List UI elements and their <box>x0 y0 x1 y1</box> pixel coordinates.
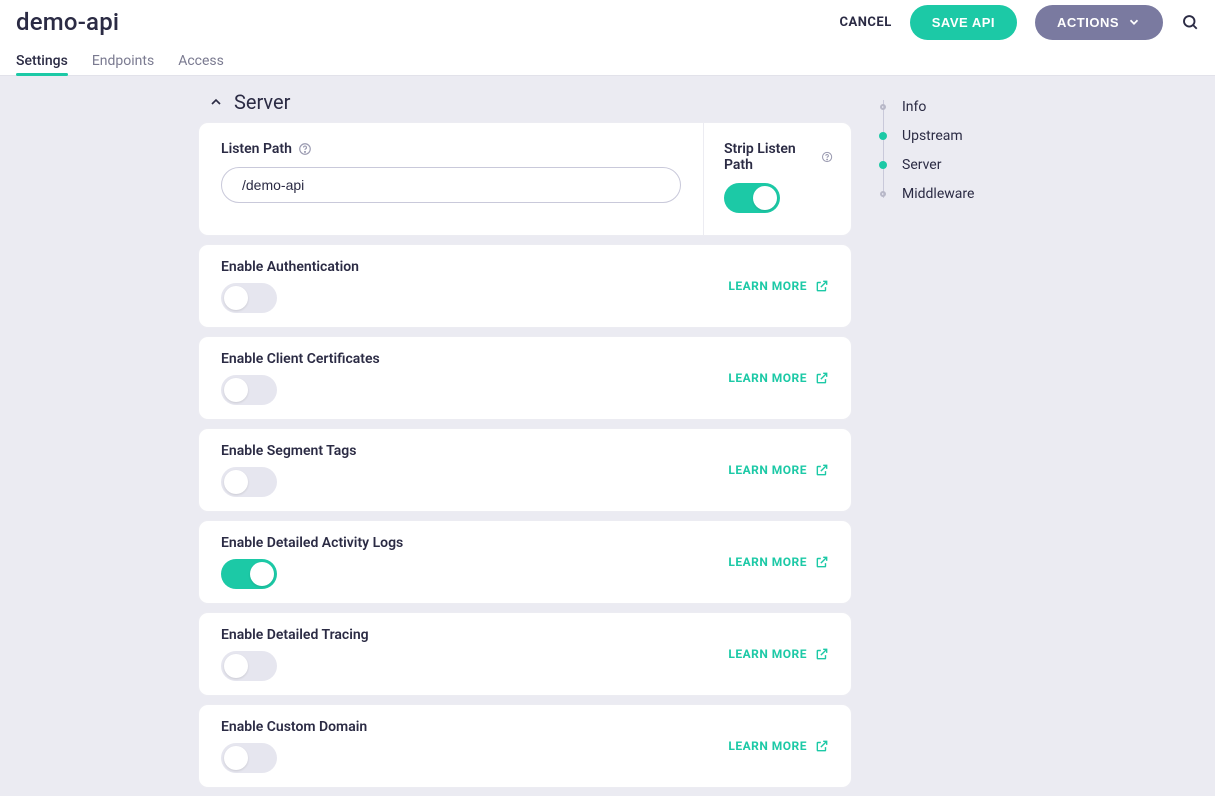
learn-more-link[interactable]: LEARN MORE <box>728 371 829 385</box>
learn-more-label: LEARN MORE <box>728 647 807 661</box>
learn-more-label: LEARN MORE <box>728 463 807 477</box>
content: Server Listen Path Strip Listen Path <box>198 90 852 796</box>
setting-row: Enable Custom Domain LEARN MORE <box>198 704 852 788</box>
strip-listen-path-label: Strip Listen Path <box>724 141 815 173</box>
main: Server Listen Path Strip Listen Path <box>0 76 1215 796</box>
header: demo-api CANCEL SAVE API ACTIONS <box>0 0 1215 44</box>
side-nav-label: Middleware <box>902 186 974 202</box>
external-link-icon <box>815 555 829 569</box>
side-nav-item[interactable]: Middleware <box>876 179 1016 208</box>
setting-row: Enable Client Certificates LEARN MORE <box>198 336 852 420</box>
side-nav-label: Server <box>902 157 941 173</box>
chevron-down-icon <box>1127 15 1141 29</box>
learn-more-label: LEARN MORE <box>728 555 807 569</box>
setting-row: Enable Segment Tags LEARN MORE <box>198 428 852 512</box>
setting-row-title: Enable Detailed Tracing <box>221 627 369 643</box>
cancel-button[interactable]: CANCEL <box>839 15 891 30</box>
strip-listen-path-toggle[interactable] <box>724 183 780 213</box>
side-nav-dot <box>879 161 887 169</box>
server-path-card: Listen Path Strip Listen Path <box>198 122 852 236</box>
listen-path-input[interactable] <box>221 167 681 203</box>
external-link-icon <box>815 739 829 753</box>
external-link-icon <box>815 279 829 293</box>
setting-row-title: Enable Detailed Activity Logs <box>221 535 403 551</box>
section-header: Server <box>198 90 852 122</box>
section-title: Server <box>234 90 290 114</box>
learn-more-link[interactable]: LEARN MORE <box>728 463 829 477</box>
setting-row-title: Enable Authentication <box>221 259 359 275</box>
side-nav-dot <box>879 132 887 140</box>
setting-row: Enable Authentication LEARN MORE <box>198 244 852 328</box>
setting-row-title: Enable Client Certificates <box>221 351 380 367</box>
save-api-button[interactable]: SAVE API <box>910 5 1017 40</box>
tab-endpoints[interactable]: Endpoints <box>92 53 154 75</box>
side-nav-item[interactable]: Upstream <box>876 121 1016 150</box>
help-icon[interactable] <box>298 142 312 156</box>
learn-more-link[interactable]: LEARN MORE <box>728 555 829 569</box>
setting-row-title: Enable Custom Domain <box>221 719 367 735</box>
actions-label: ACTIONS <box>1057 15 1119 30</box>
chevron-up-icon[interactable] <box>208 94 224 110</box>
learn-more-link[interactable]: LEARN MORE <box>728 279 829 293</box>
actions-button[interactable]: ACTIONS <box>1035 5 1163 40</box>
side-nav-label: Upstream <box>902 128 963 144</box>
save-api-label: SAVE API <box>932 15 995 30</box>
strip-listen-path-label-row: Strip Listen Path <box>724 141 833 173</box>
setting-row: Enable Detailed Activity Logs LEARN MORE <box>198 520 852 604</box>
setting-toggle[interactable] <box>221 651 277 681</box>
page-title: demo-api <box>16 8 119 36</box>
tabs-bar: Settings Endpoints Access <box>0 44 1215 76</box>
settings-rows: Enable Authentication LEARN MORE Enable … <box>198 244 852 788</box>
external-link-icon <box>815 371 829 385</box>
side-nav-label: Info <box>902 99 926 115</box>
learn-more-label: LEARN MORE <box>728 279 807 293</box>
setting-toggle[interactable] <box>221 375 277 405</box>
learn-more-label: LEARN MORE <box>728 739 807 753</box>
listen-path-label-row: Listen Path <box>221 141 681 157</box>
setting-row: Enable Detailed Tracing LEARN MORE <box>198 612 852 696</box>
learn-more-link[interactable]: LEARN MORE <box>728 739 829 753</box>
external-link-icon <box>815 463 829 477</box>
side-nav-item[interactable]: Info <box>876 92 1016 121</box>
side-nav-dot <box>880 191 886 197</box>
setting-toggle[interactable] <box>221 559 277 589</box>
tab-settings[interactable]: Settings <box>16 53 68 75</box>
setting-toggle[interactable] <box>221 283 277 313</box>
external-link-icon <box>815 647 829 661</box>
setting-row-title: Enable Segment Tags <box>221 443 356 459</box>
setting-toggle[interactable] <box>221 467 277 497</box>
side-nav-item[interactable]: Server <box>876 150 1016 179</box>
learn-more-label: LEARN MORE <box>728 371 807 385</box>
help-icon[interactable] <box>821 150 833 164</box>
listen-path-label: Listen Path <box>221 141 292 157</box>
search-icon[interactable] <box>1181 13 1199 31</box>
tab-access[interactable]: Access <box>178 53 224 75</box>
side-nav-dot <box>880 104 886 110</box>
learn-more-link[interactable]: LEARN MORE <box>728 647 829 661</box>
setting-toggle[interactable] <box>221 743 277 773</box>
side-nav: Info Upstream Server Middleware <box>876 90 1016 208</box>
